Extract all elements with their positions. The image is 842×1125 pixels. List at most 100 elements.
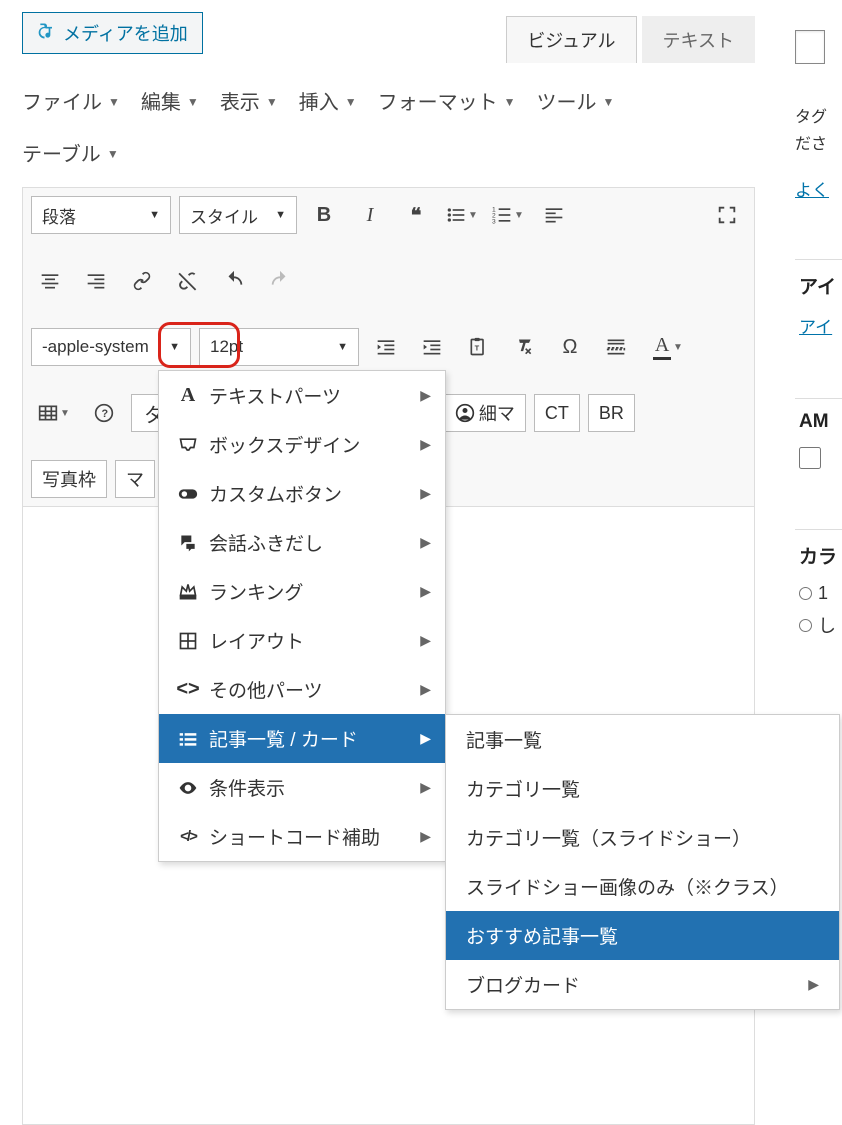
indent-icon[interactable]	[413, 328, 451, 366]
menu-table[interactable]: テーブル▼	[22, 129, 119, 181]
font-size-select[interactable]: 12pt ▼	[199, 328, 359, 366]
redo-icon[interactable]	[261, 262, 299, 300]
dd-ranking[interactable]: ランキング ▶	[159, 567, 445, 616]
add-media-label: メディアを追加	[63, 20, 188, 46]
dd-speech-bubble[interactable]: 会話ふきだし ▶	[159, 518, 445, 567]
editor-tabs: ビジュアル テキスト	[506, 16, 755, 63]
chevron-right-icon: ▶	[420, 632, 431, 649]
caret-down-icon: ▼	[603, 87, 615, 118]
align-right-icon[interactable]	[77, 262, 115, 300]
menu-insert[interactable]: 挿入▼	[299, 77, 357, 129]
sub-slideshow-image-only[interactable]: スライドショー画像のみ（※クラス）	[446, 862, 839, 911]
menu-format[interactable]: フォーマット▼	[378, 77, 516, 129]
dd-article-list-card[interactable]: 記事一覧 / カード ▶	[159, 714, 445, 763]
table-icon[interactable]: ▼	[31, 394, 77, 432]
dd-layout[interactable]: レイアウト ▶	[159, 616, 445, 665]
inbox-icon	[173, 435, 203, 455]
dd-conditional-display[interactable]: 条件表示 ▶	[159, 763, 445, 812]
chevron-right-icon: ▶	[420, 534, 431, 551]
svg-text:?: ?	[102, 408, 109, 420]
clear-format-icon[interactable]	[505, 328, 543, 366]
add-media-button[interactable]: メディアを追加	[22, 12, 203, 54]
italic-button[interactable]: I	[351, 196, 389, 234]
serif-a-icon: A	[173, 384, 203, 407]
text-color-icon[interactable]: A ▼	[643, 328, 693, 366]
font-family-select[interactable]: -apple-system ▼	[31, 328, 191, 366]
numbered-list-icon[interactable]: 123 ▼	[489, 196, 527, 234]
color-radio-2[interactable]	[799, 619, 812, 632]
chevron-right-icon: ▶	[420, 583, 431, 600]
ct-button[interactable]: CT	[534, 394, 580, 432]
chevron-right-icon: ▶	[420, 828, 431, 845]
eyecatch-heading: アイ	[799, 272, 842, 299]
fullscreen-icon[interactable]	[708, 196, 746, 234]
caret-down-icon: ▼	[149, 209, 160, 221]
help-icon[interactable]: ?	[85, 394, 123, 432]
dd-text-parts[interactable]: A テキストパーツ ▶	[159, 371, 445, 420]
dd-box-design[interactable]: ボックスデザイン ▶	[159, 420, 445, 469]
paragraph-select[interactable]: 段落 ▼	[31, 196, 171, 234]
br-button[interactable]: BR	[588, 394, 635, 432]
style-select-label: スタイル	[190, 203, 258, 228]
undo-icon[interactable]	[215, 262, 253, 300]
quote-icon[interactable]: ❝	[397, 196, 435, 234]
eyecatch-set-link[interactable]: アイ	[799, 318, 832, 337]
shortcode-icon: </>	[173, 828, 203, 845]
user-circle-icon	[455, 403, 475, 423]
bulleted-list-icon[interactable]: ▼	[443, 196, 481, 234]
unlink-icon[interactable]	[169, 262, 207, 300]
tag-input[interactable]	[795, 30, 825, 64]
menu-file[interactable]: ファイル▼	[22, 77, 120, 129]
chevron-right-icon: ▶	[420, 436, 431, 453]
chevron-right-icon: ▶	[420, 730, 431, 747]
font-size-label: 12pt	[210, 337, 243, 357]
dd-other-parts[interactable]: <> その他パーツ ▶	[159, 665, 445, 714]
menu-edit[interactable]: 編集▼	[141, 77, 199, 129]
paragraph-select-label: 段落	[42, 203, 76, 228]
outdent-icon[interactable]	[367, 328, 405, 366]
tag-dropdown-menu: A テキストパーツ ▶ ボックスデザイン ▶ カスタムボタン ▶ 会話ふきだし …	[158, 370, 446, 862]
tab-text[interactable]: テキスト	[642, 16, 755, 63]
amp-checkbox[interactable]	[799, 447, 821, 469]
grid-icon	[173, 631, 203, 651]
chevron-right-icon: ▶	[420, 779, 431, 796]
sub-article-list[interactable]: 記事一覧	[446, 715, 839, 764]
svg-text:3: 3	[492, 218, 496, 225]
paste-text-icon[interactable]: T	[459, 328, 497, 366]
caret-down-icon: ▼	[504, 87, 516, 118]
popular-tags-link[interactable]: よく	[795, 181, 829, 200]
sub-blog-card[interactable]: ブログカード ▶	[446, 960, 839, 1009]
sub-category-list[interactable]: カテゴリ一覧	[446, 764, 839, 813]
chevron-right-icon: ▶	[420, 485, 431, 502]
chevron-right-icon: ▶	[420, 387, 431, 404]
dd-shortcode-helper[interactable]: </> ショートコード補助 ▶	[159, 812, 445, 861]
color-radio-1[interactable]	[799, 587, 812, 600]
toggle-icon	[173, 483, 203, 505]
bold-button[interactable]: B	[305, 196, 343, 234]
caret-down-icon: ▼	[187, 87, 199, 118]
tab-visual[interactable]: ビジュアル	[506, 16, 636, 63]
camera-music-icon	[37, 21, 57, 46]
color-heading: カラ	[799, 542, 842, 569]
link-icon[interactable]	[123, 262, 161, 300]
sub-recommended-articles[interactable]: おすすめ記事一覧	[446, 911, 839, 960]
special-char-icon[interactable]: Ω	[551, 328, 589, 366]
chat-icon	[173, 533, 203, 553]
crown-icon	[173, 582, 203, 602]
style-select[interactable]: スタイル ▼	[179, 196, 297, 234]
read-more-icon[interactable]	[597, 328, 635, 366]
menu-view[interactable]: 表示▼	[220, 77, 278, 129]
align-left-icon[interactable]	[535, 196, 573, 234]
caret-down-icon: ▼	[345, 87, 357, 118]
dd-custom-button[interactable]: カスタムボタン ▶	[159, 469, 445, 518]
caret-down-icon: ▼	[169, 341, 180, 353]
sub-category-slideshow[interactable]: カテゴリ一覧（スライドショー）	[446, 813, 839, 862]
menu-tools[interactable]: ツール▼	[537, 77, 615, 129]
amp-heading: AM	[799, 411, 842, 433]
align-center-icon[interactable]	[31, 262, 69, 300]
shashinwaku-button[interactable]: 写真枠	[31, 460, 107, 498]
ma-button[interactable]: マ	[115, 460, 155, 498]
hosoma-button[interactable]: 細マ	[444, 394, 526, 432]
menu-bar: ファイル▼ 編集▼ 表示▼ 挿入▼ フォーマット▼ ツール▼ テーブル▼	[22, 63, 755, 181]
article-list-submenu: 記事一覧 カテゴリ一覧 カテゴリ一覧（スライドショー） スライドショー画像のみ（…	[445, 714, 840, 1010]
